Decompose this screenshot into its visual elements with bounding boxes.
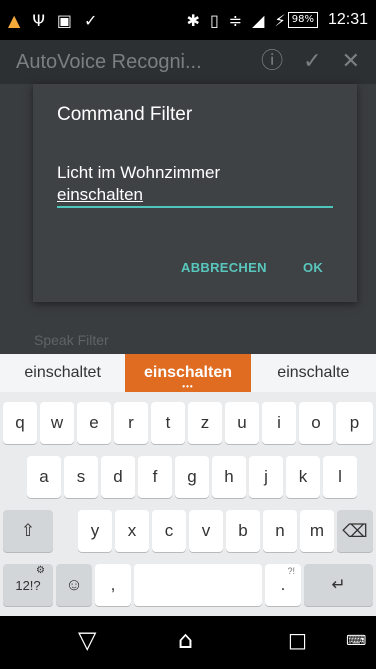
key-v[interactable]: v — [189, 510, 223, 552]
bluetooth-icon: ✱ — [186, 10, 200, 30]
key-m[interactable]: m — [300, 510, 334, 552]
key-r[interactable]: r — [114, 402, 148, 444]
key-row-1: q w e r t z u i o p — [0, 402, 376, 446]
input-text-line: Licht im Wohnzimmer — [57, 163, 221, 182]
key-row-4: 12!? ⚙ ☺ , . ?! ↵ — [0, 564, 376, 608]
key-i[interactable]: i — [262, 402, 296, 444]
usb-icon: Ψ — [32, 10, 45, 30]
key-f[interactable]: f — [138, 456, 172, 498]
input-composing-word: einschalten — [57, 185, 144, 204]
backspace-icon: ⌫ — [342, 520, 368, 541]
cancel-button[interactable]: ABBRECHEN — [181, 260, 267, 275]
key-b[interactable]: b — [226, 510, 260, 552]
ok-button[interactable]: OK — [303, 260, 323, 275]
space-key[interactable] — [134, 564, 262, 606]
key-q[interactable]: q — [3, 402, 37, 444]
app-title: AutoVoice Recogni... — [16, 50, 202, 73]
status-bar: ▲ Ψ ▣ ✓ ✱ ▯ ≑ ◢ ⚡ 98% 12:31 — [0, 0, 376, 40]
key-o[interactable]: o — [299, 402, 333, 444]
key-row-2: a s d f g h j k l — [0, 456, 376, 500]
image-notification-icon: ▣ — [56, 10, 73, 30]
period-key-label: . — [280, 575, 286, 594]
key-u[interactable]: u — [225, 402, 259, 444]
suggestion-bar: einschaltet einschalten einschalte — [0, 354, 376, 392]
period-hint: ?! — [287, 566, 295, 576]
battery-icon: ⚡ 98% — [274, 10, 318, 30]
key-y[interactable]: y — [78, 510, 112, 552]
key-p[interactable]: p — [336, 402, 373, 444]
backspace-key[interactable]: ⌫ — [337, 510, 373, 552]
key-t[interactable]: t — [151, 402, 185, 444]
key-s[interactable]: s — [64, 456, 98, 498]
command-filter-input[interactable]: Licht im Wohnzimmer einschalten — [57, 162, 333, 206]
period-key[interactable]: . ?! — [265, 564, 301, 606]
vibrate-icon: ▯ — [209, 10, 219, 30]
keyboard: einschaltet einschalten einschalte q w e… — [0, 354, 376, 616]
app-notification-icon: ▲ — [8, 10, 21, 30]
lightning-icon: ✓ — [84, 10, 98, 30]
key-x[interactable]: x — [115, 510, 149, 552]
battery-level: 98% — [287, 12, 318, 28]
shift-key[interactable]: ⇧ — [3, 510, 53, 552]
system-icons: ✱ ▯ ≑ ◢ ⚡ 98% 12:31 — [187, 11, 368, 30]
key-w[interactable]: w — [40, 402, 74, 444]
app-bar: AutoVoice Recogni... ⓘ ✓ ✕ — [0, 40, 376, 84]
settings-gear-icon: ⚙ — [36, 565, 45, 576]
wifi-icon: ≑ — [228, 10, 243, 30]
clock: 12:31 — [327, 11, 368, 28]
back-icon[interactable]: ▽ — [78, 628, 96, 652]
key-l[interactable]: l — [323, 456, 357, 498]
comma-key[interactable]: , — [95, 564, 131, 606]
command-filter-dialog: Command Filter Licht im Wohnzimmer einsc… — [33, 84, 357, 302]
symbols-key[interactable]: 12!? ⚙ — [3, 564, 53, 606]
keyboard-switch-icon[interactable]: ⌨ — [346, 634, 366, 648]
recents-icon[interactable]: □ — [288, 630, 307, 650]
enter-key[interactable]: ↵ — [304, 564, 373, 606]
emoji-key[interactable]: ☺ — [56, 564, 92, 606]
enter-icon: ↵ — [331, 575, 346, 594]
key-n[interactable]: n — [263, 510, 297, 552]
check-icon[interactable]: ✓ — [303, 51, 321, 73]
home-icon[interactable]: ⌂ — [178, 628, 193, 652]
input-underline — [57, 206, 333, 208]
notification-icons: ▲ Ψ ▣ ✓ — [8, 11, 97, 30]
info-icon[interactable]: ⓘ — [261, 51, 283, 73]
key-row-3: ⇧ y x c v b n m — [0, 510, 376, 554]
suggestion-item[interactable]: einschaltet — [0, 354, 125, 392]
key-z[interactable]: z — [188, 402, 222, 444]
key-c[interactable]: c — [152, 510, 186, 552]
speak-filter-label: Speak Filter — [34, 332, 109, 348]
symbols-key-label: 12!? — [15, 577, 41, 593]
key-a[interactable]: a — [27, 456, 61, 498]
key-j[interactable]: j — [249, 456, 283, 498]
key-d[interactable]: d — [101, 456, 135, 498]
key-e[interactable]: e — [77, 402, 111, 444]
key-k[interactable]: k — [286, 456, 320, 498]
navigation-bar: ▽ ⌂ □ ⌨ — [0, 616, 376, 669]
charging-icon: ⚡ — [274, 10, 286, 30]
dialog-title: Command Filter — [57, 104, 193, 125]
signal-icon: ◢ — [252, 10, 265, 30]
suggestion-item[interactable]: einschalte — [251, 354, 376, 392]
close-icon[interactable]: ✕ — [342, 51, 360, 73]
key-h[interactable]: h — [212, 456, 246, 498]
suggestion-item-selected[interactable]: einschalten — [125, 354, 251, 392]
emoji-icon: ☺ — [65, 575, 83, 594]
key-g[interactable]: g — [175, 456, 209, 498]
shift-icon: ⇧ — [20, 521, 36, 540]
